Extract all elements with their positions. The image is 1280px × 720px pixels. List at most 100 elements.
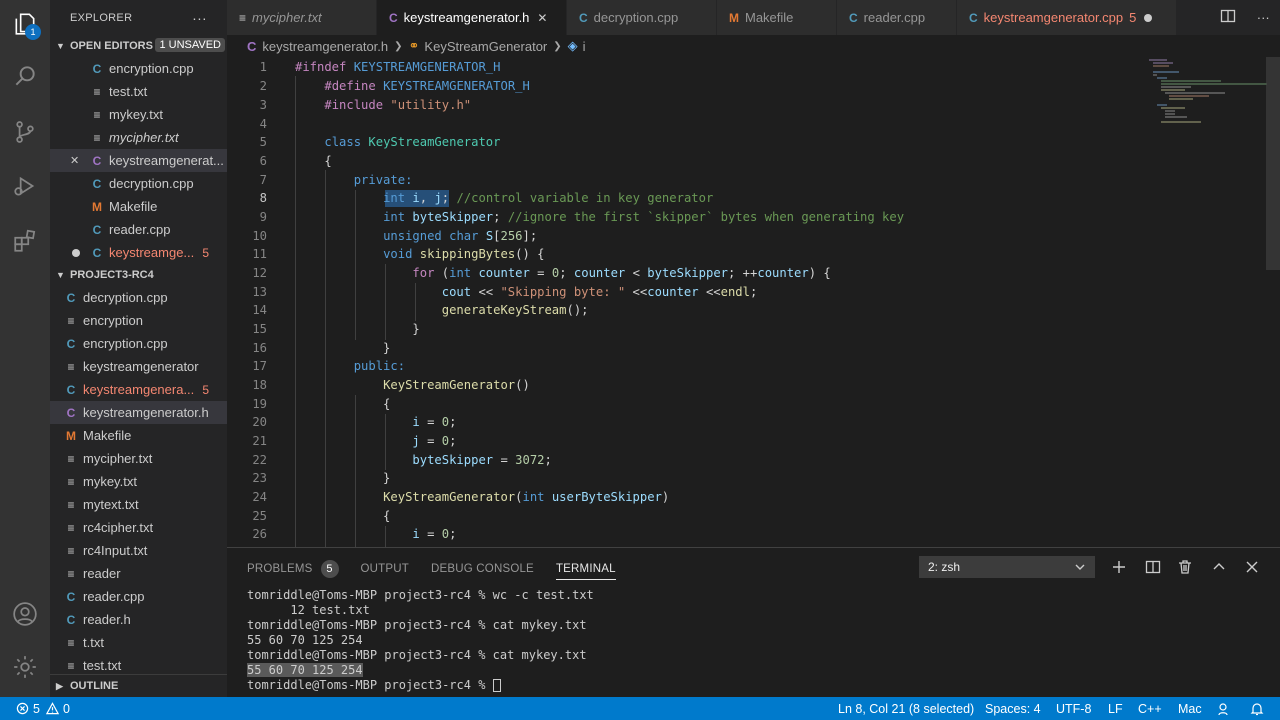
cpp-file-icon: C xyxy=(66,382,76,397)
line-number: 1 xyxy=(259,60,267,74)
open-editor-item[interactable]: Ckeystreamge... 5 xyxy=(50,241,227,264)
encoding[interactable]: UTF-8 xyxy=(1056,697,1091,720)
line-number: 22 xyxy=(252,453,267,467)
tab-output[interactable]: OUTPUT xyxy=(361,558,409,580)
more-actions-icon[interactable]: ··· xyxy=(192,10,207,26)
search-icon[interactable] xyxy=(0,52,50,100)
line-number: 2 xyxy=(259,79,267,93)
terminal-output[interactable]: tomriddle@Toms-MBP project3-rc4 % wc -c … xyxy=(247,588,594,693)
editor-scrollbar[interactable] xyxy=(1266,57,1280,270)
cpp-file-icon: C xyxy=(849,10,858,25)
unsaved-dot[interactable] xyxy=(1144,13,1153,22)
problem-count: 5 xyxy=(1129,10,1137,25)
chevron-down-icon xyxy=(1074,559,1086,578)
tab-problems[interactable]: PROBLEMS 5 xyxy=(247,558,339,580)
close-panel-icon[interactable] xyxy=(1241,556,1263,578)
close-icon[interactable]: ✕ xyxy=(537,11,547,25)
cpp-file-icon: C xyxy=(92,153,102,168)
editor-tab[interactable]: M Makefile xyxy=(717,0,837,35)
code-editor[interactable]: 1 2 3 4 5 6 7 8 9 10 11 12 13 14 15 16 17 18 19 20 21 22 23 24 2… xyxy=(227,57,1280,547)
file-tree-item[interactable]: ≡ reader xyxy=(50,562,227,585)
editor-tab[interactable]: Cdecryption.cpp xyxy=(567,0,717,35)
platform[interactable]: Mac xyxy=(1178,697,1202,720)
notifications-bell-icon[interactable] xyxy=(1250,697,1264,720)
run-debug-icon[interactable] xyxy=(0,162,50,210)
open-editor-item[interactable]: ≡ mykey.txt xyxy=(50,103,227,126)
new-terminal-icon[interactable] xyxy=(1108,556,1130,578)
open-editor-item[interactable]: Creader.cpp xyxy=(50,218,227,241)
line-number: 25 xyxy=(252,509,267,523)
editor-tab[interactable]: Ckeystreamgenerator.h ✕ xyxy=(377,0,567,35)
source-control-icon[interactable] xyxy=(0,108,50,156)
line-number: 9 xyxy=(259,210,267,224)
file-tree-item[interactable]: Creader.h xyxy=(50,608,227,631)
split-editor-icon[interactable] xyxy=(1220,8,1236,27)
feedback-icon[interactable] xyxy=(1218,697,1232,720)
close-icon[interactable]: ✕ xyxy=(70,154,79,167)
file-tree-item[interactable]: ≡ mykey.txt xyxy=(50,470,227,493)
file-tree-item[interactable]: M Makefile xyxy=(50,424,227,447)
file-tree-item[interactable]: Cdecryption.cpp xyxy=(50,286,227,309)
maximize-panel-icon[interactable] xyxy=(1208,556,1230,578)
open-editor-item[interactable]: Cencryption.cpp xyxy=(50,57,227,80)
extensions-icon[interactable] xyxy=(0,217,50,265)
project-header[interactable]: ▼ PROJECT3-RC4 xyxy=(50,264,227,286)
open-editors-label: OPEN EDITORS xyxy=(70,40,153,52)
line-number: 13 xyxy=(252,285,267,299)
warning-icon xyxy=(45,702,59,715)
end-of-line[interactable]: LF xyxy=(1108,697,1123,720)
line-number: 26 xyxy=(252,527,267,541)
file-tree-item[interactable]: Cencryption.cpp xyxy=(50,332,227,355)
file-tree-item[interactable]: Creader.cpp xyxy=(50,585,227,608)
breadcrumb-class[interactable]: KeyStreamGenerator xyxy=(424,39,547,54)
tab-debug-console[interactable]: DEBUG CONSOLE xyxy=(431,558,534,580)
open-editor-item[interactable]: ✕ Ckeystreamgenerat... xyxy=(50,149,227,172)
file-name: rc4cipher.txt xyxy=(83,520,154,535)
editor-tab[interactable]: Ckeystreamgenerator.cpp 5 xyxy=(957,0,1177,35)
split-terminal-icon[interactable] xyxy=(1142,556,1164,578)
account-icon[interactable] xyxy=(0,590,50,638)
tab-label: mycipher.txt xyxy=(252,10,322,25)
language-mode[interactable]: C++ xyxy=(1138,697,1162,720)
file-tree-item[interactable]: Ckeystreamgenera... 5 xyxy=(50,378,227,401)
file-tree-item[interactable]: ≡ mytext.txt xyxy=(50,493,227,516)
file-tree-item[interactable]: ≡ encryption xyxy=(50,309,227,332)
file-tree-item[interactable]: ≡ keystreamgenerator xyxy=(50,355,227,378)
settings-gear-icon[interactable] xyxy=(0,643,50,691)
file-tree-item[interactable]: Ckeystreamgenerator.h xyxy=(50,401,227,424)
unsaved-dot[interactable] xyxy=(72,248,80,257)
trash-icon[interactable] xyxy=(1174,556,1196,578)
terminal-select[interactable]: 2: zsh xyxy=(919,556,1095,578)
breadcrumb-member[interactable]: i xyxy=(583,39,586,54)
file-tree-item[interactable]: ≡ t.txt xyxy=(50,631,227,654)
tab-terminal[interactable]: TERMINAL xyxy=(555,558,616,580)
terminal-line: tomriddle@Toms-MBP project3-rc4 % wc -c … xyxy=(247,588,594,602)
line-number: 24 xyxy=(252,490,267,504)
explorer-icon[interactable]: 1 xyxy=(0,0,50,48)
problems-status[interactable]: 5 0 xyxy=(16,697,70,720)
open-editor-item[interactable]: ≡ test.txt xyxy=(50,80,227,103)
open-editor-item[interactable]: Cdecryption.cpp xyxy=(50,172,227,195)
file-tree-item[interactable]: ≡ rc4cipher.txt xyxy=(50,516,227,539)
editor-tab[interactable]: ≡ mycipher.txt xyxy=(227,0,377,35)
open-editors-header[interactable]: ▼ OPEN EDITORS 1 UNSAVED xyxy=(50,35,227,57)
open-editor-item[interactable]: M Makefile xyxy=(50,195,227,218)
file-name: encryption.cpp xyxy=(83,336,168,351)
outline-header[interactable]: ▶ OUTLINE xyxy=(50,674,227,697)
file-tree-item[interactable]: ≡ mycipher.txt xyxy=(50,447,227,470)
cursor-position[interactable]: Ln 8, Col 21 (8 selected) xyxy=(838,697,974,720)
minimap[interactable] xyxy=(1147,57,1267,127)
terminal-cursor xyxy=(492,679,501,692)
breadcrumb-file[interactable]: keystreamgenerator.h xyxy=(262,39,388,54)
file-tree-item[interactable]: ≡ rc4Input.txt xyxy=(50,539,227,562)
indentation[interactable]: Spaces: 4 xyxy=(985,697,1041,720)
cpp-file-icon: C xyxy=(92,245,102,260)
open-editor-item[interactable]: ≡ mycipher.txt xyxy=(50,126,227,149)
more-actions-icon[interactable]: ··· xyxy=(1257,10,1270,25)
editor-actions: ··· xyxy=(1210,0,1280,35)
editor-tab[interactable]: Creader.cpp xyxy=(837,0,957,35)
error-icon xyxy=(16,702,29,715)
file-name: reader.h xyxy=(83,612,131,627)
line-number: 16 xyxy=(252,341,267,355)
text-file-icon: ≡ xyxy=(93,130,101,145)
